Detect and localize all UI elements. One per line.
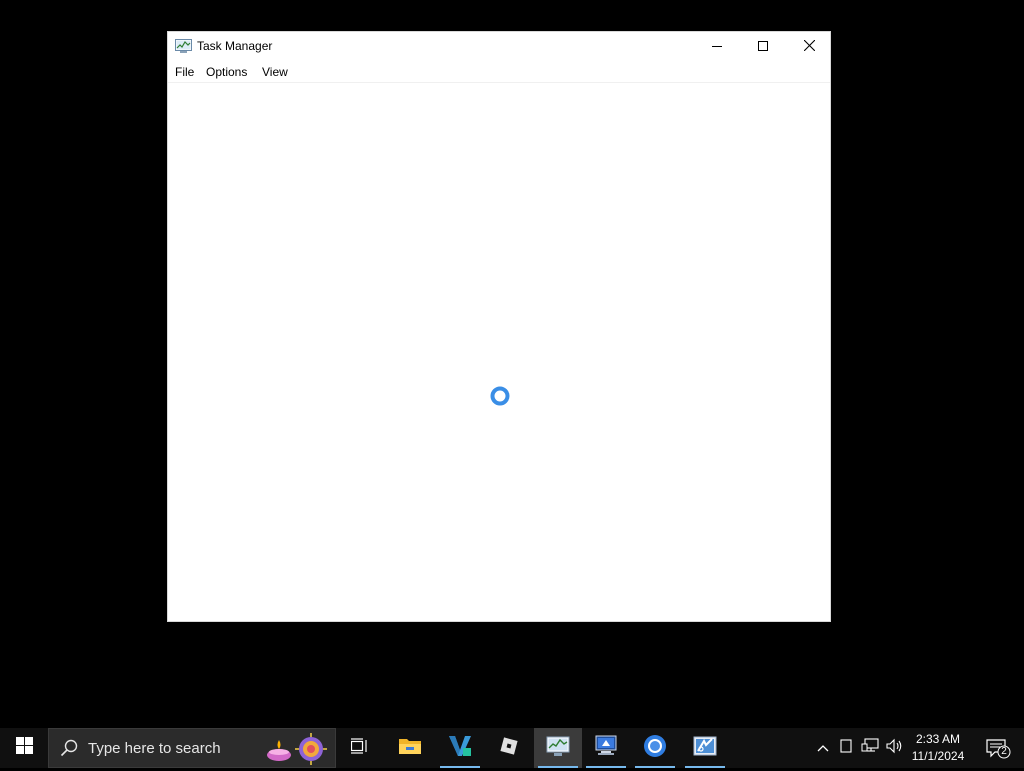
windows-logo-icon <box>15 737 33 759</box>
menu-options[interactable]: Options <box>206 65 247 79</box>
notification-center-button[interactable]: 2 <box>978 728 1018 768</box>
task-manager-icon <box>175 39 192 54</box>
search-box[interactable]: Type here to search <box>48 728 336 768</box>
network-button[interactable] <box>858 728 882 768</box>
taskbar-chrome[interactable] <box>631 728 679 768</box>
notification-icon: 2 <box>985 737 1011 759</box>
show-hidden-icons-button[interactable] <box>812 728 834 768</box>
folder-icon <box>398 736 422 761</box>
desktop: Task Manager File Options View <box>0 0 1024 728</box>
volume-button[interactable] <box>884 728 906 768</box>
network-icon <box>861 737 879 759</box>
close-icon <box>803 38 815 56</box>
title-bar[interactable]: Task Manager <box>168 32 830 62</box>
taskbar-vscode[interactable] <box>436 728 484 768</box>
taskbar-snipping-tool[interactable] <box>681 728 729 768</box>
task-manager-icon <box>546 735 570 762</box>
menu-bar: File Options View <box>168 62 830 83</box>
maximize-button[interactable] <box>740 32 786 62</box>
clock-date: 11/1/2024 <box>911 749 965 763</box>
maximize-icon <box>758 38 768 56</box>
minimize-icon <box>712 38 722 56</box>
chrome-icon <box>643 734 667 763</box>
vscode-icon <box>447 734 473 763</box>
roblox-icon <box>498 735 520 762</box>
notification-count: 2 <box>1001 746 1007 757</box>
search-icon <box>60 739 78 757</box>
taskbar-task-view[interactable] <box>336 728 384 768</box>
tablet-icon <box>840 738 852 758</box>
search-placeholder: Type here to search <box>88 740 221 757</box>
taskbar-task-manager[interactable] <box>534 728 582 768</box>
spinner-icon <box>490 386 510 406</box>
task-manager-window: Task Manager File Options View <box>167 31 831 622</box>
taskbar-remote-desktop[interactable] <box>582 728 630 768</box>
menu-view[interactable]: View <box>262 65 288 79</box>
clock-time: 2:33 AM <box>915 732 961 746</box>
tablet-mode-button[interactable] <box>836 728 856 768</box>
taskbar: Type here to search 2:33 AM 11/1/2024 2 <box>0 728 1024 768</box>
minimize-button[interactable] <box>694 32 740 62</box>
window-title: Task Manager <box>197 39 273 53</box>
menu-file[interactable]: File <box>175 65 194 79</box>
content-area <box>168 83 830 621</box>
snipping-tool-icon <box>692 734 718 763</box>
taskbar-file-explorer[interactable] <box>386 728 434 768</box>
taskbar-roblox[interactable] <box>485 728 533 768</box>
monitor-icon <box>593 734 619 763</box>
clock[interactable]: 2:33 AM 11/1/2024 <box>905 731 971 765</box>
start-button[interactable] <box>0 728 48 768</box>
task-view-icon <box>350 737 369 759</box>
close-button[interactable] <box>786 32 832 62</box>
chevron-up-icon <box>817 739 829 757</box>
search-highlight-icon[interactable] <box>263 732 333 766</box>
volume-icon <box>886 738 904 759</box>
